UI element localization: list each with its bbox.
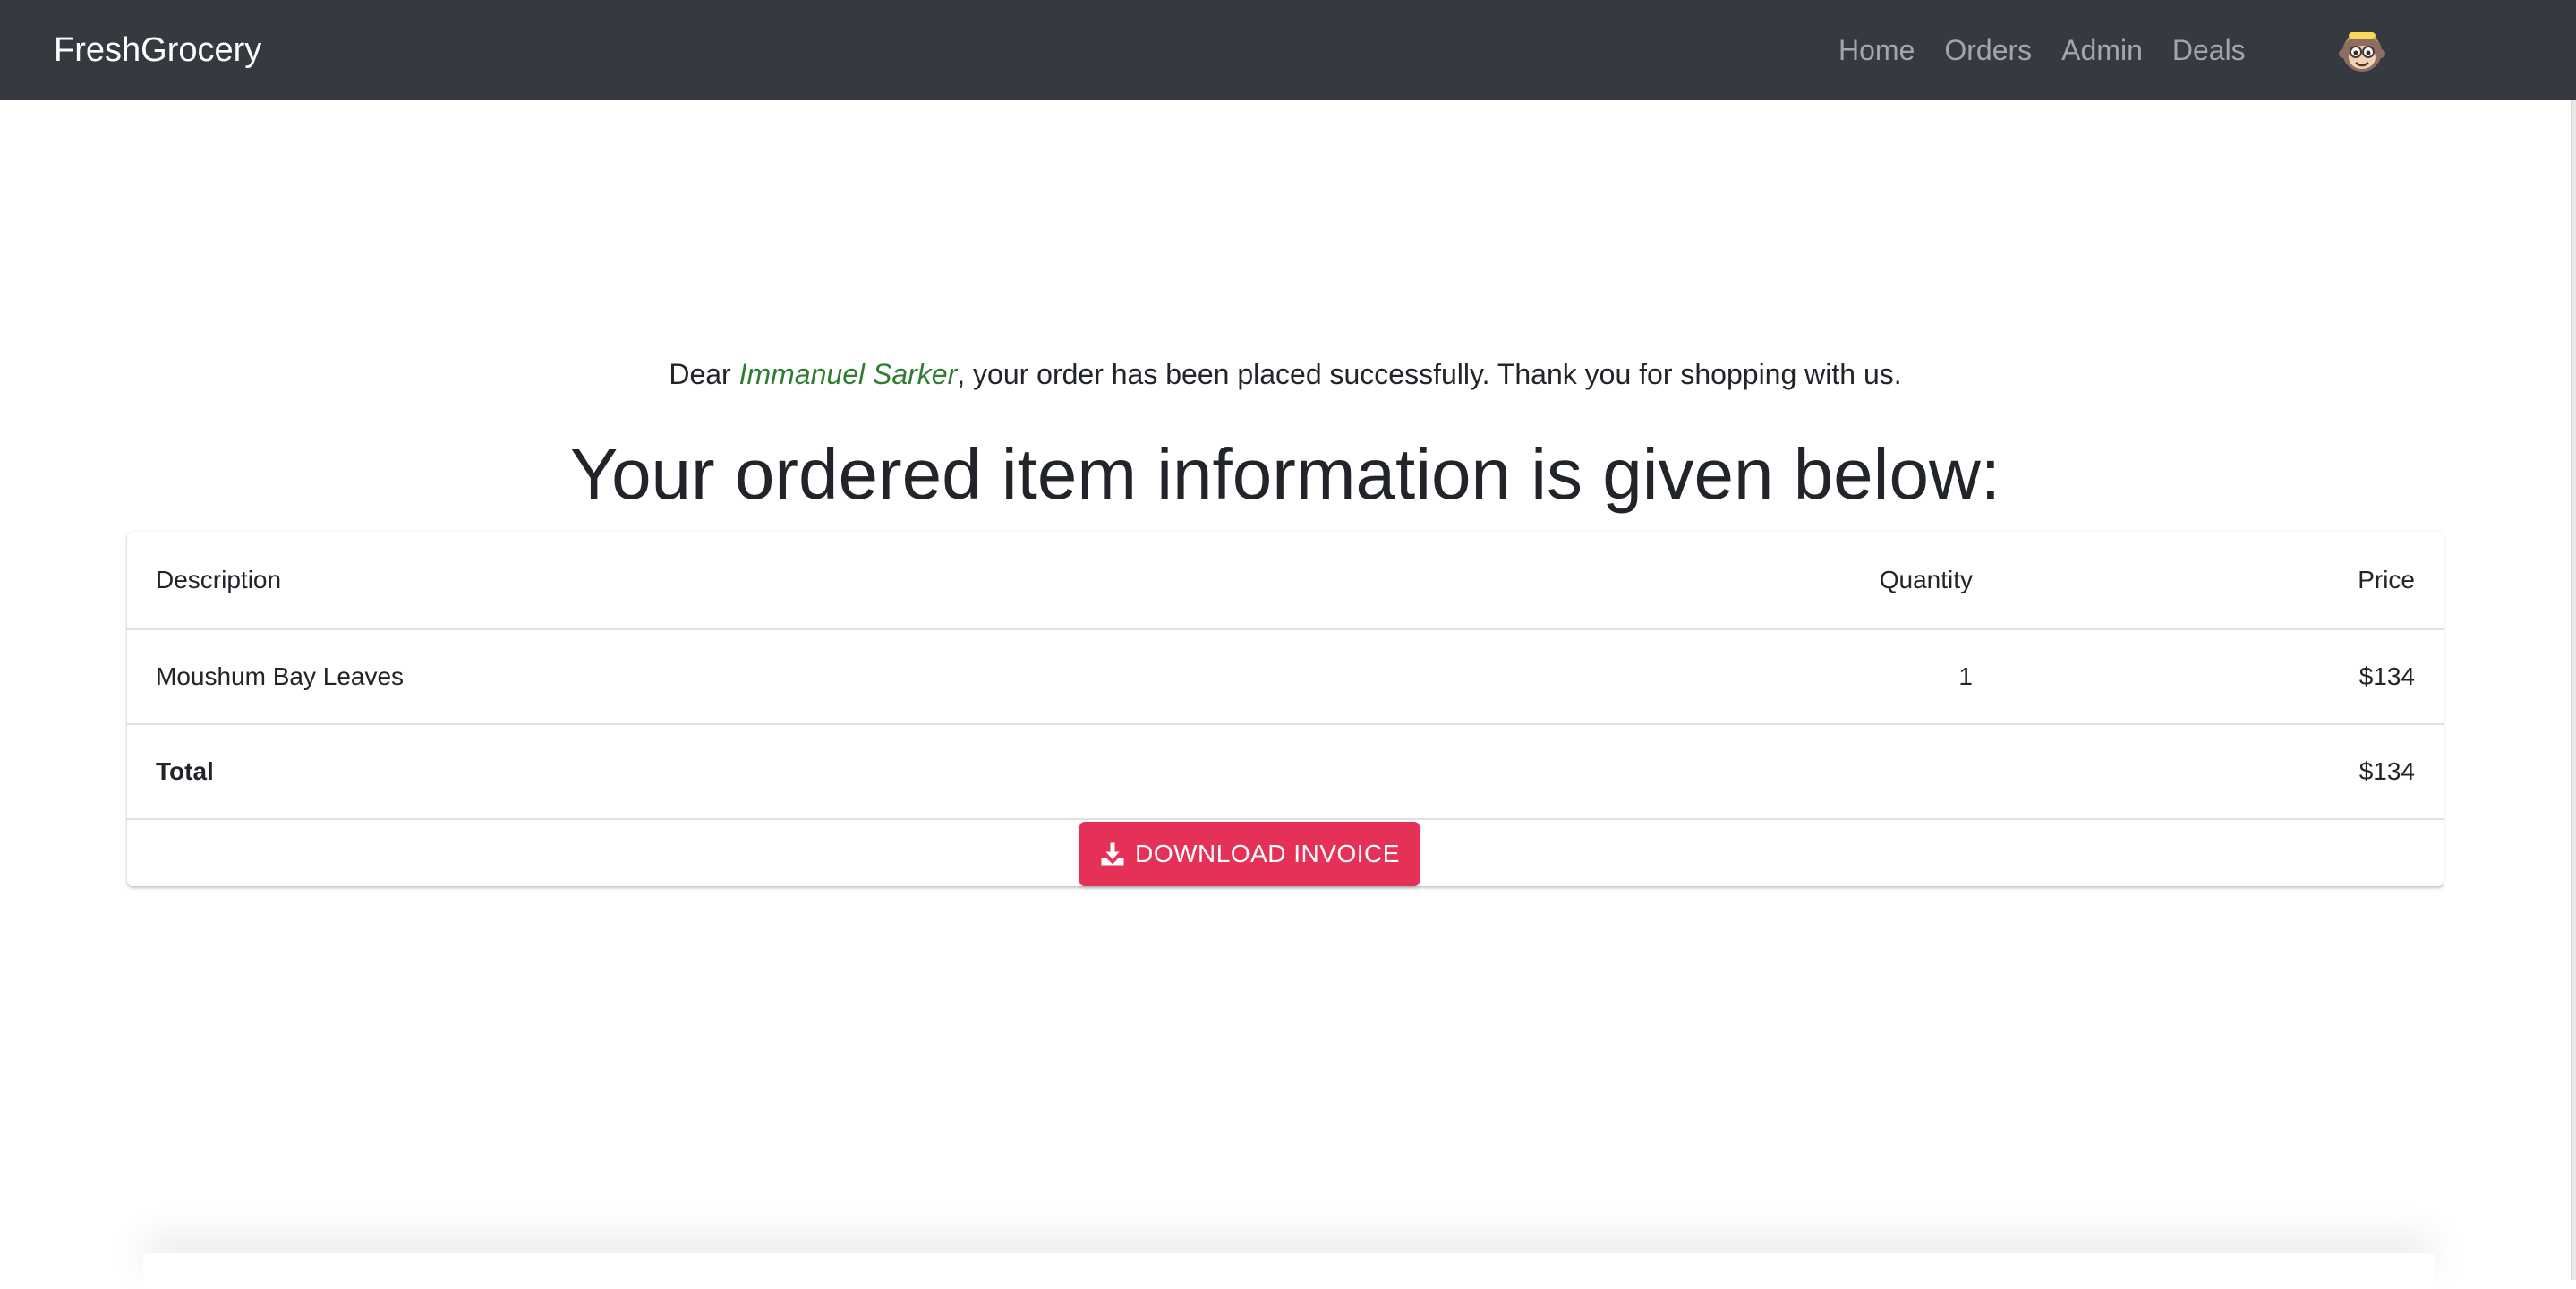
order-confirmation-message: Dear Immanuel Sarker, your order has bee…	[0, 358, 2571, 391]
brand-logo-link[interactable]: FreshGrocery	[54, 0, 261, 100]
download-button-label: DOWNLOAD INVOICE	[1135, 840, 1400, 867]
monkey-avatar-icon	[2339, 32, 2385, 72]
message-prefix: Dear	[669, 358, 739, 390]
message-suffix: , your order has been placed successfull…	[957, 358, 1902, 390]
total-label: Total	[156, 757, 214, 785]
top-navbar: FreshGrocery Home Orders Admin Deals	[0, 0, 2576, 100]
scrollbar-track[interactable]	[2571, 100, 2576, 1280]
header-quantity: Quantity	[1879, 566, 1973, 593]
header-price: Price	[2358, 566, 2415, 593]
item-price: $134	[2358, 662, 2415, 690]
download-invoice-button[interactable]: DOWNLOAD INVOICE	[1079, 822, 1420, 886]
item-quantity: 1	[1958, 662, 1973, 690]
nav-link-deals[interactable]: Deals	[2172, 34, 2246, 67]
download-icon	[1101, 842, 1124, 866]
nav-links: Home Orders Admin Deals	[1838, 0, 2275, 100]
user-avatar[interactable]	[2336, 23, 2388, 75]
nav-link-orders[interactable]: Orders	[1944, 34, 2032, 67]
item-description: Moushum Bay Leaves	[156, 662, 405, 690]
page-heading: Your ordered item information is given b…	[570, 434, 2000, 514]
table-row: Moushum Bay Leaves 1 $134	[127, 630, 2444, 725]
footer-edge	[143, 1253, 2435, 1289]
order-table-card: Description Quantity Price Moushum Bay L…	[127, 532, 2444, 886]
nav-link-home[interactable]: Home	[1838, 34, 1915, 67]
nav-link-admin[interactable]: Admin	[2061, 34, 2143, 67]
total-price: $134	[2358, 757, 2415, 785]
customer-name: Immanuel Sarker	[738, 358, 958, 390]
table-header-row: Description Quantity Price	[127, 532, 2444, 630]
table-total-row: Total $134	[127, 725, 2444, 820]
header-description: Description	[156, 566, 282, 593]
